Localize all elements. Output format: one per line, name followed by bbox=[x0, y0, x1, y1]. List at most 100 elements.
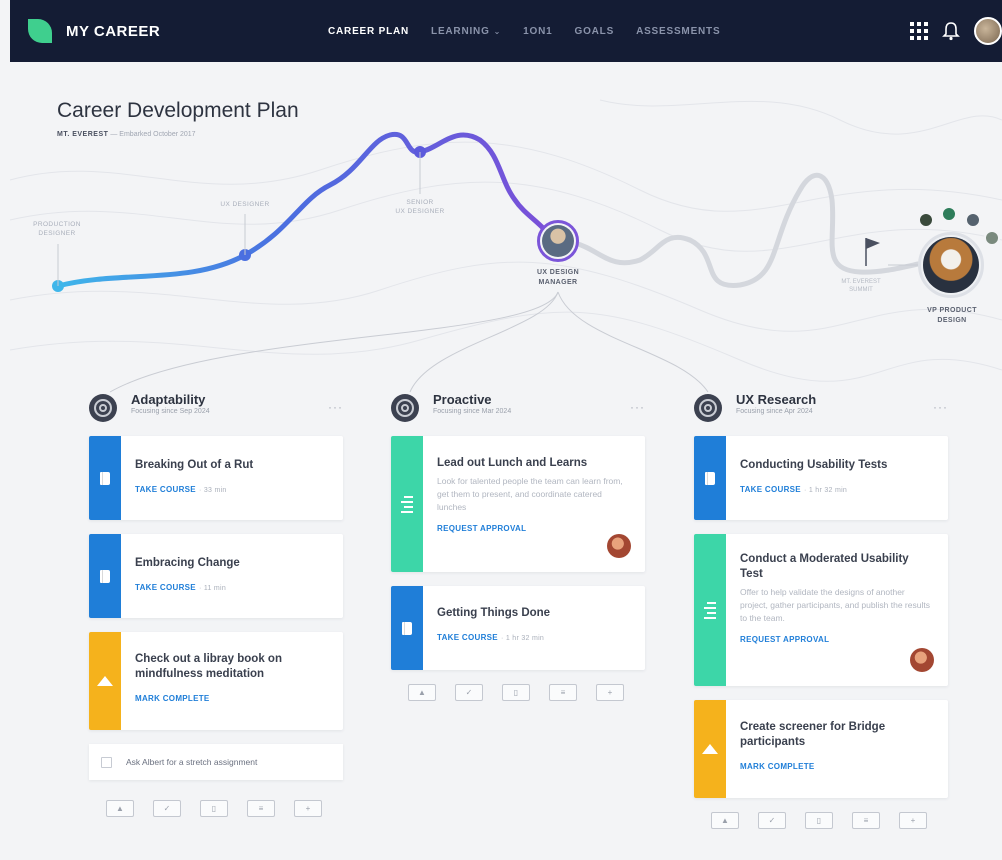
milestone-senior-ux-designer: SENIOR UX DESIGNER bbox=[384, 198, 456, 216]
mountain-icon bbox=[702, 744, 718, 754]
add-other-button[interactable]: + bbox=[294, 800, 322, 817]
task-row[interactable]: Ask Albert for a stretch assignment bbox=[89, 744, 343, 780]
course-duration: · 1 hr 32 min bbox=[803, 487, 848, 494]
action-label: TAKE COURSE bbox=[437, 633, 498, 642]
add-task-button[interactable]: ✓ bbox=[153, 800, 181, 817]
task-checkbox[interactable] bbox=[101, 756, 112, 768]
current-line2: MANAGER bbox=[538, 279, 578, 286]
add-activity-button[interactable]: ▲ bbox=[408, 684, 436, 701]
course-card[interactable]: Conducting Usability Tests TAKE COURSE · … bbox=[694, 436, 948, 520]
column-title: Adaptability bbox=[131, 392, 206, 407]
mark-complete-link[interactable]: MARK COMPLETE bbox=[135, 694, 210, 703]
request-approval-link[interactable]: REQUEST APPROVAL bbox=[740, 635, 829, 644]
add-activity-button[interactable]: ▲ bbox=[106, 800, 134, 817]
activity-card[interactable]: Check out a libray book on mindfulness m… bbox=[89, 632, 343, 730]
mentor-avatar[interactable] bbox=[965, 212, 981, 228]
current-role-label: UX DESIGN MANAGER bbox=[520, 268, 596, 288]
summit-line1: MT. EVEREST bbox=[841, 279, 881, 285]
current-line1: UX DESIGN bbox=[536, 269, 580, 276]
take-course-link[interactable]: TAKE COURSE · 11 min bbox=[135, 583, 226, 592]
book-icon bbox=[100, 569, 110, 583]
milestone-line1: PRODUCTION bbox=[33, 221, 81, 228]
column-header: Adaptability Focusing since Sep 2024 ··· bbox=[89, 388, 343, 428]
add-approval-button[interactable]: ≡ bbox=[852, 812, 880, 829]
course-card[interactable]: Embracing Change TAKE COURSE · 11 min bbox=[89, 534, 343, 618]
focus-connectors bbox=[109, 291, 709, 393]
take-course-link[interactable]: TAKE COURSE · 1 hr 32 min bbox=[740, 485, 847, 494]
add-task-button[interactable]: ✓ bbox=[455, 684, 483, 701]
approver-avatar[interactable] bbox=[910, 648, 934, 672]
summit-label: MT. EVEREST SUMMIT bbox=[836, 278, 886, 294]
more-options-icon[interactable]: ··· bbox=[328, 400, 343, 414]
course-strip bbox=[694, 436, 726, 520]
column-since: Focusing since Sep 2024 bbox=[131, 408, 210, 415]
column-header: Proactive Focusing since Mar 2024 ··· bbox=[391, 388, 645, 428]
milestone-line2: DESIGNER bbox=[38, 230, 76, 237]
course-strip bbox=[89, 534, 121, 618]
add-item-toolbar: ▲ ✓ ▯ ≡ + bbox=[89, 800, 343, 817]
mentor-avatar[interactable] bbox=[918, 212, 934, 228]
target-icon bbox=[694, 394, 722, 422]
checklist-icon bbox=[401, 495, 413, 513]
add-course-button[interactable]: ▯ bbox=[805, 812, 833, 829]
career-path-map bbox=[9, 99, 1002, 393]
column-title: Proactive bbox=[433, 392, 492, 407]
add-task-button[interactable]: ✓ bbox=[758, 812, 786, 829]
focus-column-proactive: Proactive Focusing since Mar 2024 ··· Le… bbox=[391, 388, 645, 701]
activity-strip bbox=[89, 632, 121, 730]
approver-avatar[interactable] bbox=[607, 534, 631, 558]
add-course-button[interactable]: ▯ bbox=[502, 684, 530, 701]
action-label: TAKE COURSE bbox=[135, 583, 196, 592]
card-title: Conducting Usability Tests bbox=[740, 459, 888, 471]
column-title: UX Research bbox=[736, 392, 817, 407]
current-role-avatar[interactable] bbox=[537, 220, 579, 262]
add-other-button[interactable]: + bbox=[899, 812, 927, 829]
mentor-avatar[interactable] bbox=[941, 206, 957, 222]
goal-role-avatar[interactable] bbox=[918, 232, 984, 298]
approval-strip bbox=[694, 534, 726, 686]
completed-path bbox=[55, 131, 555, 289]
book-icon bbox=[705, 471, 715, 485]
more-options-icon[interactable]: ··· bbox=[630, 400, 645, 414]
focus-column-adaptability: Adaptability Focusing since Sep 2024 ···… bbox=[89, 388, 343, 817]
add-activity-button[interactable]: ▲ bbox=[711, 812, 739, 829]
course-strip bbox=[89, 436, 121, 520]
approval-card[interactable]: Lead out Lunch and Learns Look for talen… bbox=[391, 436, 645, 572]
approval-card[interactable]: Conduct a Moderated Usability Test Offer… bbox=[694, 534, 948, 686]
column-since: Focusing since Mar 2024 bbox=[433, 408, 512, 415]
add-other-button[interactable]: + bbox=[596, 684, 624, 701]
course-card[interactable]: Breaking Out of a Rut TAKE COURSE · 33 mi… bbox=[89, 436, 343, 520]
card-description: Offer to help validate the designs of an… bbox=[740, 587, 930, 623]
mark-complete-link[interactable]: MARK COMPLETE bbox=[740, 762, 815, 771]
card-title: Lead out Lunch and Learns bbox=[437, 457, 588, 469]
card-title: Conduct a Moderated Usability Test bbox=[740, 553, 909, 580]
course-duration: · 33 min bbox=[198, 487, 227, 494]
course-duration: · 1 hr 32 min bbox=[500, 635, 545, 642]
goal-role-label: VP PRODUCT DESIGN bbox=[912, 306, 992, 326]
topo-lines bbox=[9, 99, 1002, 382]
action-label: TAKE COURSE bbox=[740, 485, 801, 494]
column-since: Focusing since Apr 2024 bbox=[736, 408, 813, 415]
activity-card[interactable]: Create screener for Bridge participants … bbox=[694, 700, 948, 798]
add-course-button[interactable]: ▯ bbox=[200, 800, 228, 817]
book-icon bbox=[100, 471, 110, 485]
milestone-line1: SENIOR bbox=[406, 199, 434, 206]
request-approval-link[interactable]: REQUEST APPROVAL bbox=[437, 524, 526, 533]
more-options-icon[interactable]: ··· bbox=[933, 400, 948, 414]
take-course-link[interactable]: TAKE COURSE · 1 hr 32 min bbox=[437, 633, 544, 642]
milestone-line1: UX DESIGNER bbox=[220, 201, 270, 208]
milestone-line2: UX DESIGNER bbox=[395, 208, 445, 215]
course-duration: · 11 min bbox=[198, 585, 227, 592]
mountain-icon bbox=[97, 676, 113, 686]
focus-column-ux-research: UX Research Focusing since Apr 2024 ··· … bbox=[694, 388, 948, 829]
add-approval-button[interactable]: ≡ bbox=[247, 800, 275, 817]
column-header: UX Research Focusing since Apr 2024 ··· bbox=[694, 388, 948, 428]
goal-line1: VP PRODUCT bbox=[927, 307, 977, 314]
course-card[interactable]: Getting Things Done TAKE COURSE · 1 hr 32… bbox=[391, 586, 645, 670]
target-icon bbox=[89, 394, 117, 422]
milestone-ux-designer: UX DESIGNER bbox=[208, 200, 282, 209]
take-course-link[interactable]: TAKE COURSE · 33 min bbox=[135, 485, 227, 494]
add-approval-button[interactable]: ≡ bbox=[549, 684, 577, 701]
mentor-avatar[interactable] bbox=[984, 230, 1000, 246]
book-icon bbox=[402, 621, 412, 635]
